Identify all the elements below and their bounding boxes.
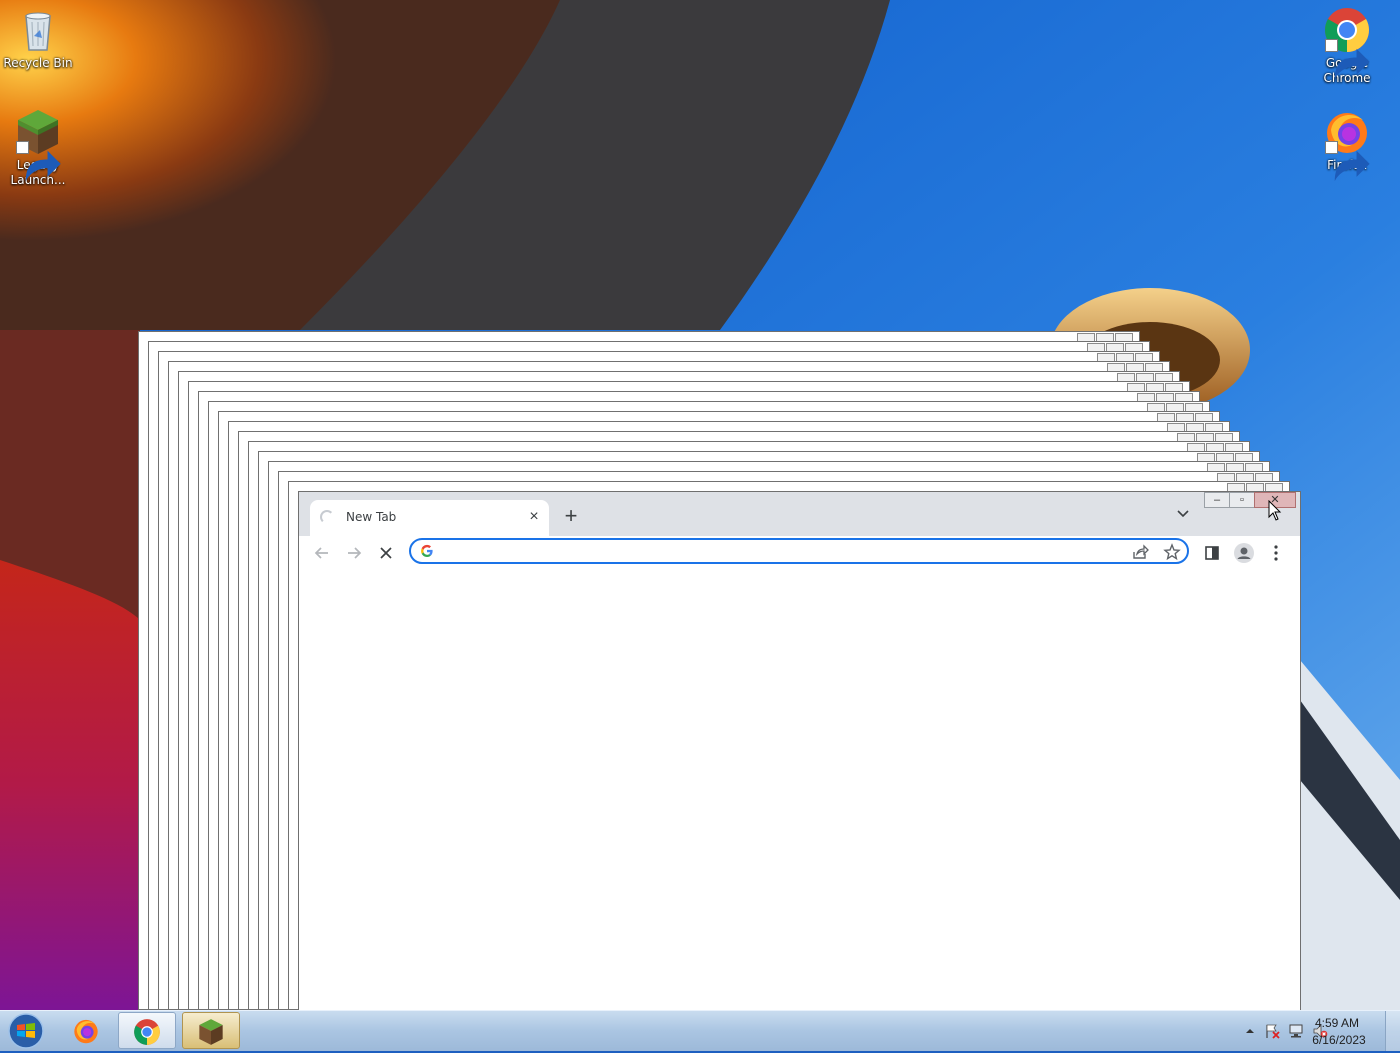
windows-start-orb-icon <box>8 1013 44 1049</box>
taskbar-firefox[interactable] <box>58 1012 116 1049</box>
bookmark-star-icon[interactable] <box>1163 543 1181 561</box>
tab-title: New Tab <box>346 510 397 524</box>
address-bar[interactable] <box>409 538 1189 564</box>
taskbar-legacy-launcher[interactable] <box>182 1012 240 1049</box>
profile-avatar-icon <box>1234 543 1254 563</box>
minecraft-grass-block-icon <box>14 108 62 182</box>
stop-loading-button[interactable] <box>375 542 397 564</box>
desktop-icon-google-chrome[interactable]: Google Chrome <box>1309 6 1385 86</box>
action-center-flag-icon[interactable] <box>1264 1023 1280 1039</box>
desktop-icon-legacy-launcher[interactable]: Legacy Launch... <box>0 108 76 188</box>
taskbar: 4:59 AM 6/16/2023 <box>0 1010 1400 1051</box>
address-input[interactable] <box>441 542 1085 562</box>
window-controls: – ▫ ✕ <box>1204 492 1298 509</box>
forward-arrow-icon <box>348 547 362 559</box>
maximize-button[interactable]: ▫ <box>1229 492 1255 508</box>
loading-spinner-icon <box>320 510 334 524</box>
page-content-area[interactable] <box>299 570 1300 1010</box>
clock-time[interactable]: 4:59 AM <box>1302 1016 1372 1030</box>
google-g-icon <box>421 544 433 557</box>
show-hidden-icons-chevron-icon[interactable] <box>1242 1023 1258 1039</box>
minimize-button[interactable]: – <box>1204 492 1230 508</box>
start-button[interactable] <box>4 1012 48 1050</box>
recycle-bin-icon <box>14 6 62 54</box>
back-arrow-icon <box>314 547 328 559</box>
tab-search-chevron-icon[interactable] <box>1176 508 1190 520</box>
desktop-icon-recycle-bin[interactable]: Recycle Bin <box>0 6 76 71</box>
chrome-icon <box>1323 6 1371 80</box>
share-icon[interactable] <box>1131 543 1149 561</box>
forward-button[interactable] <box>343 542 365 564</box>
chrome-window: New Tab × + – ▫ ✕ <box>298 491 1301 1011</box>
profile-button[interactable] <box>1233 542 1255 564</box>
mouse-cursor-icon <box>1268 500 1282 521</box>
firefox-icon <box>74 1019 98 1044</box>
clock-date[interactable]: 6/16/2023 <box>1302 1033 1376 1047</box>
shortcut-arrow-icon <box>1325 39 1370 80</box>
tab-new-tab[interactable]: New Tab × <box>310 500 549 536</box>
tab-strip: New Tab × + – ▫ ✕ <box>299 492 1300 536</box>
chrome-icon <box>134 1019 160 1045</box>
side-panel-icon <box>1205 546 1219 560</box>
firefox-icon <box>1323 108 1371 182</box>
side-panel-button[interactable] <box>1201 542 1223 564</box>
minecraft-grass-block-icon <box>199 1019 223 1045</box>
desktop-icon-firefox[interactable]: Firefox <box>1309 108 1385 182</box>
system-tray: 4:59 AM 6/16/2023 <box>1210 1011 1400 1051</box>
tab-close-button[interactable]: × <box>525 508 543 526</box>
shortcut-arrow-icon <box>16 141 61 182</box>
back-button[interactable] <box>311 542 333 564</box>
browser-toolbar <box>299 536 1300 571</box>
taskbar-chrome[interactable] <box>118 1012 176 1049</box>
desktop-icon-label: Recycle Bin <box>3 56 73 70</box>
kebab-menu-icon <box>1274 545 1278 561</box>
shortcut-arrow-icon <box>1325 141 1370 182</box>
new-tab-button[interactable]: + <box>561 505 581 527</box>
chrome-menu-button[interactable] <box>1265 542 1287 564</box>
show-desktop-button[interactable] <box>1385 1011 1400 1051</box>
stop-x-icon <box>380 547 392 559</box>
